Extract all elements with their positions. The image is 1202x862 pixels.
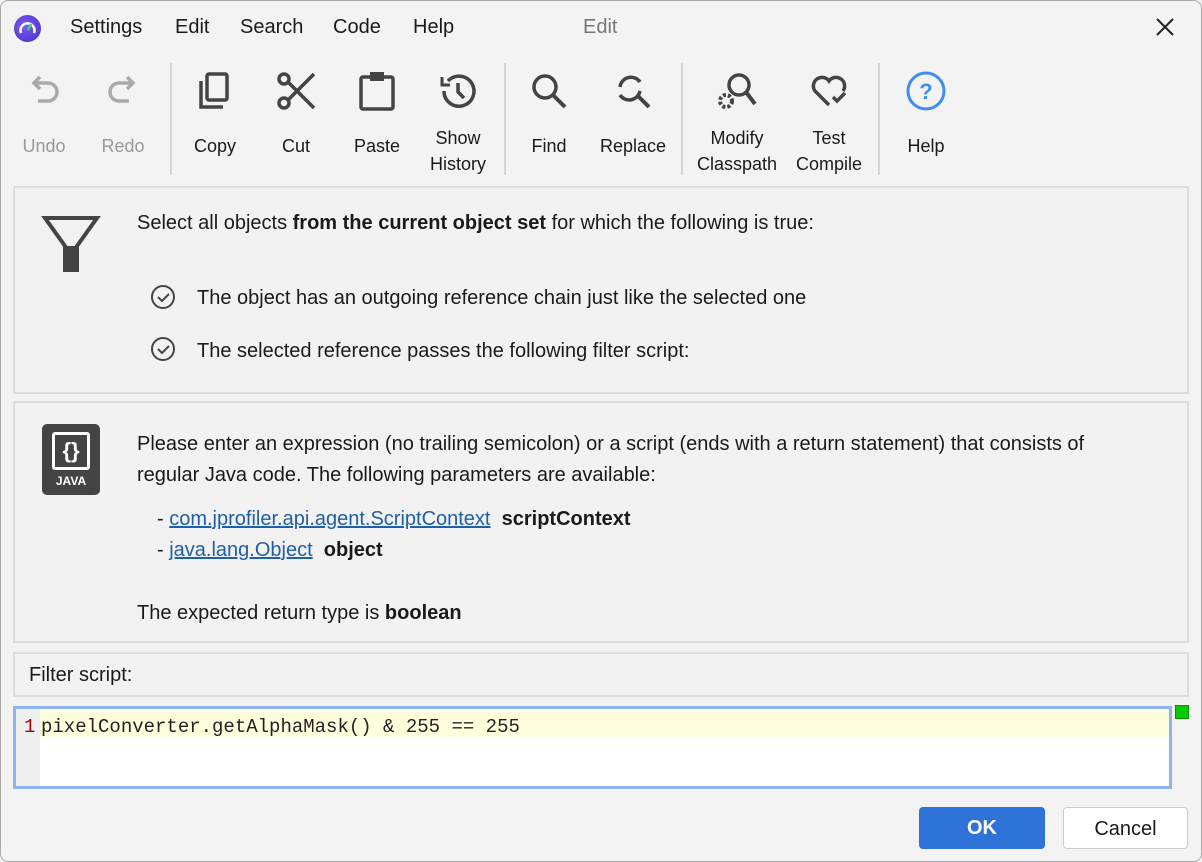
window-title: Edit: [583, 16, 618, 38]
filter-intro: Select all objects from the current obje…: [137, 212, 814, 234]
undo-icon: [31, 75, 59, 103]
toolbar-separator: [681, 63, 683, 175]
param-type-link[interactable]: com.jprofiler.api.agent.ScriptContext: [169, 508, 490, 530]
ok-button[interactable]: OK: [919, 807, 1045, 849]
menu-code[interactable]: Code: [333, 16, 381, 39]
script-editor[interactable]: 1 pixelConverter.getAlphaMask() & 255 ==…: [13, 706, 1172, 789]
filter-description-panel: Select all objects from the current obje…: [13, 186, 1189, 394]
modify-classpath-button[interactable]: Modify Classpath: [692, 63, 782, 174]
undo-button[interactable]: Undo: [0, 63, 89, 156]
script-info-panel: {} JAVA Please enter an expression (no t…: [13, 401, 1189, 643]
close-icon: [1156, 18, 1174, 36]
param-item: - java.lang.Object object: [157, 539, 383, 561]
help-icon: ?: [906, 71, 946, 111]
scissors-icon: [277, 72, 316, 110]
menu-help[interactable]: Help: [413, 16, 454, 39]
param-type-link[interactable]: java.lang.Object: [169, 539, 312, 561]
copy-icon: [199, 72, 229, 109]
filter-script-label: Filter script:: [29, 664, 133, 686]
filter-script-label-panel: Filter script:: [13, 652, 1189, 697]
copy-button[interactable]: Copy: [170, 63, 260, 156]
svg-text:?: ?: [919, 79, 932, 104]
check-circle-icon: [151, 285, 175, 309]
cut-button[interactable]: Cut: [251, 63, 341, 156]
menu-edit[interactable]: Edit: [175, 16, 209, 39]
find-replace-icon: [618, 75, 651, 109]
menu-settings[interactable]: Settings: [70, 16, 142, 39]
test-compile-button[interactable]: Test Compile: [784, 63, 874, 174]
app-logo: [14, 15, 41, 42]
return-type-text: The expected return type is boolean: [137, 602, 462, 624]
status-indicator: [1175, 705, 1189, 719]
redo-icon: [108, 75, 136, 103]
condition-item: The object has an outgoing reference cha…: [197, 287, 807, 309]
close-button[interactable]: [1153, 15, 1177, 39]
replace-button[interactable]: Replace: [588, 63, 678, 156]
line-number: 1: [24, 716, 36, 738]
history-icon: [440, 74, 476, 108]
redo-button[interactable]: Redo: [78, 63, 168, 156]
search-gear-icon: [718, 73, 757, 109]
paste-button[interactable]: Paste: [332, 63, 422, 156]
condition-item: The selected reference passes the follow…: [197, 340, 690, 362]
show-history-button[interactable]: Show History: [413, 63, 503, 174]
check-circle-icon: [151, 337, 175, 361]
menu-search[interactable]: Search: [240, 16, 303, 39]
heart-check-icon: [811, 75, 847, 107]
param-item: - com.jprofiler.api.agent.ScriptContext …: [157, 508, 631, 530]
java-script-icon: {} JAVA: [42, 424, 100, 495]
clipboard-icon: [359, 72, 395, 111]
cancel-button[interactable]: Cancel: [1063, 807, 1188, 849]
find-button[interactable]: Find: [504, 63, 594, 156]
filter-funnel-icon: [41, 216, 101, 272]
search-icon: [532, 74, 567, 109]
help-button[interactable]: ? Help: [881, 63, 971, 156]
info-text: Please enter an expression (no trailing …: [137, 433, 1085, 486]
code-line: pixelConverter.getAlphaMask() & 255 == 2…: [41, 716, 520, 738]
toolbar-separator: [878, 63, 880, 175]
